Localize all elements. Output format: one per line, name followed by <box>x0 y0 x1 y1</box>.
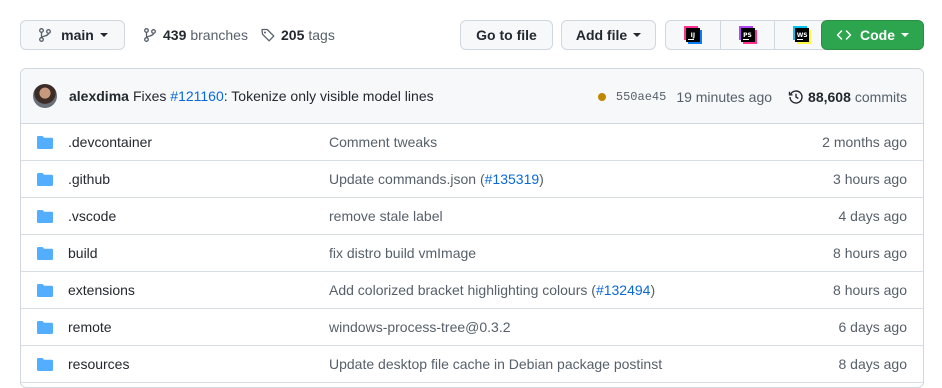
commit-age: 8 days ago <box>838 356 908 372</box>
commit-message-link[interactable]: remove stale label <box>329 208 443 224</box>
commit-author[interactable]: alexdima <box>69 88 129 104</box>
git-branch-icon <box>144 28 156 42</box>
add-file-button[interactable]: Add file <box>561 20 656 50</box>
chevron-down-icon <box>99 33 108 37</box>
branches-count: 439 <box>163 27 187 43</box>
table-row[interactable]: .github Update commands.json (#135319) 3 h… <box>21 161 923 198</box>
code-button[interactable]: Code <box>821 20 924 50</box>
table-row[interactable]: build fix distro build vmImage 8 hours ago <box>21 235 923 272</box>
commit-message[interactable]: Fixes #121160: Tokenize only visible mod… <box>133 88 434 104</box>
commit-message-link[interactable]: fix distro build vmImage <box>329 245 476 261</box>
tags-link[interactable]: 205 tags <box>260 20 335 50</box>
commit-message-link[interactable]: Update desktop file cache in Debian pack… <box>329 356 662 372</box>
code-icon <box>836 30 852 40</box>
table-row[interactable]: extensions Add colorized bracket highligh… <box>21 272 923 309</box>
go-to-file-button[interactable]: Go to file <box>460 20 553 50</box>
tags-count: 205 <box>281 27 305 43</box>
file-name[interactable]: .github <box>68 171 110 187</box>
commit-age: 2 months ago <box>822 134 907 150</box>
commit-message-suffix: : Tokenize only visible model lines <box>223 88 434 104</box>
phpstorm-icon: PS <box>740 28 755 42</box>
file-name[interactable]: remote <box>68 319 112 335</box>
commit-message-text: windows-process-tree@0.3.2 <box>329 319 511 335</box>
latest-commit-bar: alexdima Fixes #121160: Tokenize only vi… <box>21 69 923 124</box>
commit-issue-link[interactable]: #121160 <box>170 88 223 104</box>
commit-age: 4 days ago <box>838 208 908 224</box>
file-listing: alexdima Fixes #121160: Tokenize only vi… <box>20 68 924 388</box>
commit-message-text: remove stale label <box>329 208 443 224</box>
pr-link[interactable]: #132494 <box>596 282 651 298</box>
file-name[interactable]: .vscode <box>68 208 116 224</box>
commit-message-text: Add colorized bracket highlighting colou… <box>329 282 596 298</box>
git-branch-icon <box>39 28 52 42</box>
commit-age: 8 hours ago <box>833 245 907 261</box>
commit-time[interactable]: 19 minutes ago <box>676 89 772 105</box>
folder-icon <box>37 173 53 186</box>
webstorm-icon: WS <box>795 28 810 42</box>
file-name[interactable]: extensions <box>68 282 135 298</box>
folder-icon <box>37 210 53 223</box>
commit-message-link[interactable]: Comment tweaks <box>329 134 437 150</box>
commit-message-link[interactable]: Update commands.json (#135319) <box>329 171 544 187</box>
open-in-ide-group: IJ PS WS <box>665 20 830 50</box>
commit-age: 3 hours ago <box>833 171 907 187</box>
commit-age: 6 days ago <box>838 319 908 335</box>
commits-label: commits <box>854 88 907 105</box>
repo-toolbar: main 439 branches 205 tags Go to file Ad… <box>20 20 924 52</box>
branch-name: main <box>61 27 94 43</box>
pr-link[interactable]: #135319 <box>485 171 540 187</box>
chevron-down-icon <box>633 33 642 37</box>
branches-link[interactable]: 439 branches <box>142 20 248 50</box>
commit-sha[interactable]: 550ae45 <box>616 90 666 104</box>
code-label: Code <box>860 27 895 43</box>
chevron-down-icon <box>901 33 909 37</box>
avatar[interactable] <box>33 84 57 108</box>
table-row[interactable]: .devcontainer Comment tweaks 2 months ago <box>21 124 923 161</box>
commit-message-prefix: Fixes <box>132 88 167 104</box>
folder-icon <box>37 284 53 297</box>
branch-select-button[interactable]: main <box>20 20 125 50</box>
commits-count: 88,608 <box>808 88 851 105</box>
add-file-label: Add file <box>575 27 628 43</box>
table-row[interactable]: .vscode remove stale label 4 days ago <box>21 198 923 235</box>
file-name[interactable]: build <box>68 245 98 261</box>
go-to-file-label: Go to file <box>476 27 537 43</box>
open-in-intellij-button[interactable]: IJ <box>666 21 721 49</box>
commit-meta: 550ae45 19 minutes ago 88,608 commits <box>597 69 907 124</box>
intellij-icon: IJ <box>685 28 700 42</box>
open-in-phpstorm-button[interactable]: PS <box>721 21 776 49</box>
folder-icon <box>37 358 53 371</box>
tag-icon <box>261 28 275 42</box>
history-icon <box>788 89 803 104</box>
commit-message-end: ) <box>539 171 544 187</box>
table-row[interactable]: remote windows-process-tree@0.3.2 6 days a… <box>21 309 923 346</box>
commit-message-link[interactable]: windows-process-tree@0.3.2 <box>329 319 511 335</box>
commit-message-text: Comment tweaks <box>329 134 438 150</box>
folder-icon <box>37 247 53 260</box>
folder-icon <box>37 136 53 149</box>
commit-age: 8 hours ago <box>833 282 907 298</box>
commit-message-text: fix distro build vmImage <box>329 245 477 261</box>
commits-history-link[interactable]: 88,608 commits <box>788 89 907 105</box>
commit-message-link[interactable]: Add colorized bracket highlighting colou… <box>329 282 655 298</box>
table-row[interactable]: resources Update desktop file cache in De… <box>21 346 923 383</box>
commit-message-end: ) <box>650 282 656 298</box>
folder-icon <box>37 321 53 334</box>
branches-label: branches <box>190 27 248 43</box>
status-pending-icon[interactable] <box>597 92 606 101</box>
tags-label: tags <box>308 27 335 43</box>
commit-message-text: Update desktop file cache in Debian pack… <box>329 356 663 372</box>
file-name[interactable]: resources <box>68 356 129 372</box>
commit-message-text: Update commands.json ( <box>329 171 485 187</box>
file-name[interactable]: .devcontainer <box>68 134 152 150</box>
